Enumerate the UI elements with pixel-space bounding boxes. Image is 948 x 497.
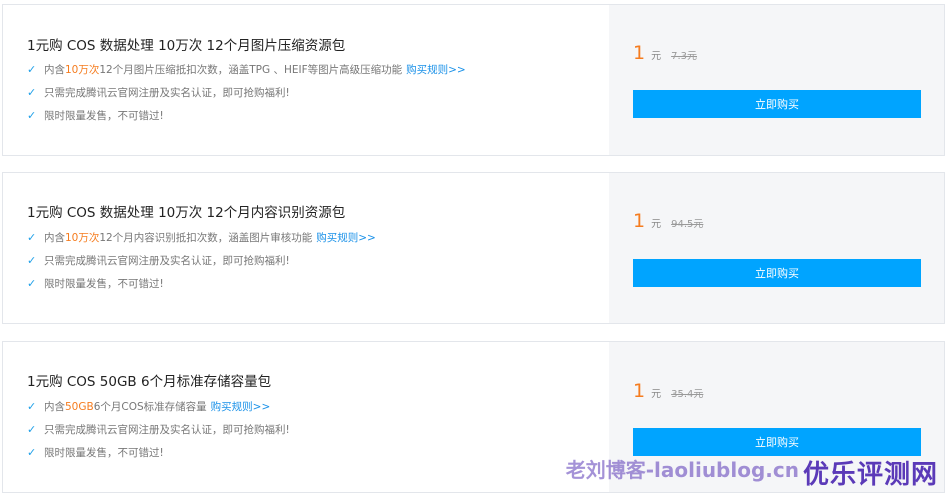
check-icon: ✓ [27, 446, 37, 459]
check-icon: ✓ [27, 277, 37, 290]
package-card-3: 1元购 COS 50GB 6个月标准存储容量包 ✓ 内含 50GB 6个月COS… [2, 341, 945, 493]
feature-register: ✓ 只需完成腾讯云官网注册及实名认证，即可抢购福利! [27, 86, 290, 99]
buy-now-button[interactable]: 立即购买 [633, 259, 921, 287]
feature-limited: ✓ 限时限量发售，不可错过! [27, 446, 164, 459]
card-info: 1元购 COS 50GB 6个月标准存储容量包 ✓ 内含 50GB 6个月COS… [3, 342, 609, 492]
card-title: 1元购 COS 50GB 6个月标准存储容量包 [27, 374, 272, 390]
feature-quota: ✓ 内含 10万次 12个月内容识别抵扣次数，涵盖图片审核功能 购买规则>> [27, 230, 376, 245]
feature-limited: ✓ 限时限量发售，不可错过! [27, 277, 164, 290]
card-info: 1元购 COS 数据处理 10万次 12个月图片压缩资源包 ✓ 内含 10万次 … [3, 5, 609, 155]
feature-limited: ✓ 限时限量发售，不可错过! [27, 109, 164, 122]
price: 1 元 94.5元 [633, 210, 703, 232]
check-icon: ✓ [27, 86, 37, 99]
purchase-rules-link[interactable]: 购买规则>> [406, 62, 466, 77]
price-value: 1 [633, 380, 646, 402]
feature-quota: ✓ 内含 50GB 6个月COS标准存储容量 购买规则>> [27, 399, 271, 414]
price-unit: 元 [651, 219, 662, 230]
card-title: 1元购 COS 数据处理 10万次 12个月内容识别资源包 [27, 205, 346, 221]
package-card-1: 1元购 COS 数据处理 10万次 12个月图片压缩资源包 ✓ 内含 10万次 … [2, 4, 945, 156]
check-icon: ✓ [27, 400, 37, 413]
price: 1 元 7.3元 [633, 42, 697, 64]
price-unit: 元 [651, 389, 662, 400]
quota-highlight: 10万次 [65, 232, 100, 244]
card-price-panel: 1 元 94.5元 立即购买 [609, 173, 944, 323]
price-unit: 元 [651, 51, 662, 62]
card-title: 1元购 COS 数据处理 10万次 12个月图片压缩资源包 [27, 38, 346, 54]
buy-now-button[interactable]: 立即购买 [633, 90, 921, 118]
check-icon: ✓ [27, 254, 37, 267]
quota-highlight: 10万次 [65, 64, 100, 76]
price: 1 元 35.4元 [633, 380, 703, 402]
check-icon: ✓ [27, 63, 37, 76]
check-icon: ✓ [27, 109, 37, 122]
feature-quota: ✓ 内含 10万次 12个月图片压缩抵扣次数，涵盖TPG 、HEIF等图片高级压… [27, 62, 466, 77]
purchase-rules-link[interactable]: 购买规则>> [316, 230, 376, 245]
feature-register: ✓ 只需完成腾讯云官网注册及实名认证，即可抢购福利! [27, 423, 290, 436]
card-info: 1元购 COS 数据处理 10万次 12个月内容识别资源包 ✓ 内含 10万次 … [3, 173, 609, 323]
buy-now-button[interactable]: 立即购买 [633, 428, 921, 456]
original-price: 7.3元 [671, 51, 697, 62]
original-price: 94.5元 [671, 219, 704, 230]
card-price-panel: 1 元 7.3元 立即购买 [609, 5, 944, 155]
original-price: 35.4元 [671, 389, 704, 400]
price-value: 1 [633, 210, 646, 232]
check-icon: ✓ [27, 423, 37, 436]
package-card-2: 1元购 COS 数据处理 10万次 12个月内容识别资源包 ✓ 内含 10万次 … [2, 172, 945, 324]
purchase-rules-link[interactable]: 购买规则>> [211, 399, 271, 414]
card-price-panel: 1 元 35.4元 立即购买 [609, 342, 944, 492]
price-value: 1 [633, 42, 646, 64]
check-icon: ✓ [27, 231, 37, 244]
quota-highlight: 50GB [65, 400, 94, 413]
feature-register: ✓ 只需完成腾讯云官网注册及实名认证，即可抢购福利! [27, 254, 290, 267]
